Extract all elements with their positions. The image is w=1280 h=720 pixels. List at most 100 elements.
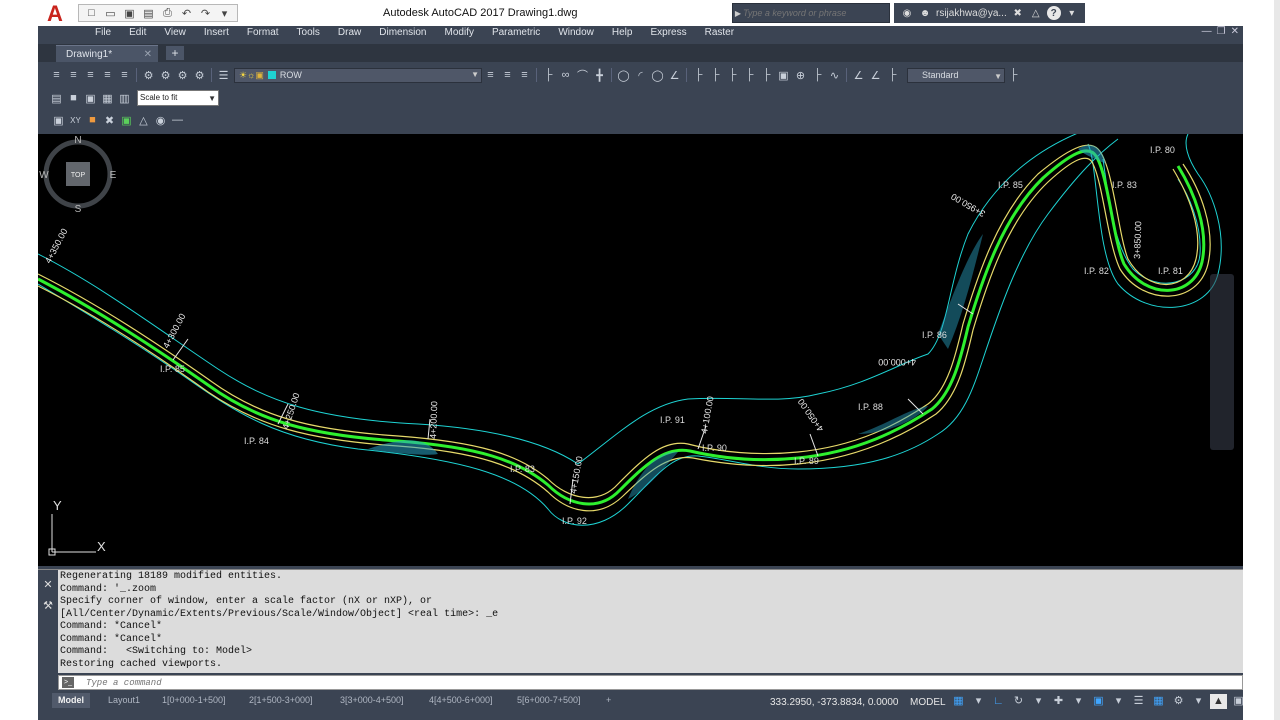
clean-screen-icon[interactable]: ▣	[1230, 694, 1243, 709]
a360-icon[interactable]: △	[1029, 8, 1043, 19]
menu-draw[interactable]: Draw	[329, 26, 370, 40]
chevron-down-icon[interactable]: ▾	[1110, 694, 1127, 709]
attach-image-icon[interactable]: ▣	[50, 112, 67, 128]
user-icon[interactable]: ☻	[918, 8, 932, 19]
convert-object-viewport-icon[interactable]: ▦	[99, 90, 116, 106]
help-button[interactable]: ?	[1046, 6, 1061, 20]
quick-dimension-icon[interactable]: ├	[690, 67, 707, 83]
layer-match-icon[interactable]: ⚙	[140, 67, 157, 83]
menu-help[interactable]: Help	[603, 26, 642, 40]
layer-delete-icon[interactable]: ≡	[516, 67, 533, 83]
user-name[interactable]: rsijakhwa@ya...	[936, 8, 1007, 19]
menu-modify[interactable]: Modify	[436, 26, 483, 40]
ortho-icon[interactable]: ∟	[990, 694, 1007, 709]
tab-drawing1[interactable]: Drawing1* ✕	[56, 45, 158, 62]
layer-previous-icon[interactable]: ≡	[65, 67, 82, 83]
close-command-line-icon[interactable]: ✕	[38, 578, 58, 591]
tolerance-icon[interactable]: ▣	[775, 67, 792, 83]
layer-lock-icon[interactable]: ⚙	[191, 67, 208, 83]
baseline-icon[interactable]: ├	[707, 67, 724, 83]
center-mark-icon[interactable]: ⊕	[792, 67, 809, 83]
add-layout-button[interactable]: +	[600, 693, 617, 708]
viewport-scale-dropdown[interactable]: Scale to fit ▼	[137, 90, 219, 106]
redo-icon[interactable]: ↷	[197, 6, 214, 21]
menu-express[interactable]: Express	[641, 26, 695, 40]
snap-icon[interactable]: ▾	[970, 694, 987, 709]
viewcube-south[interactable]: S	[75, 204, 82, 214]
layer-properties-icon[interactable]: ≡	[48, 67, 65, 83]
lineweight-icon[interactable]: ☰	[1130, 694, 1147, 709]
tab-layout-sheet1[interactable]: 1[0+000-1+500]	[156, 693, 232, 708]
break-icon[interactable]: ├	[758, 67, 775, 83]
adjust-icon[interactable]: —	[169, 112, 186, 128]
tab-model[interactable]: Model	[52, 693, 90, 708]
diameter-icon[interactable]: ◯	[649, 67, 666, 83]
drawing-viewport[interactable]: 4+350.00 4+300.00 4+250.00 4+200.00 4+15…	[38, 134, 1243, 566]
open-folder-icon[interactable]: ▭	[102, 6, 119, 21]
menu-parametric[interactable]: Parametric	[483, 26, 549, 40]
dimension-style-icon[interactable]: ├	[1005, 67, 1022, 83]
make-current-icon[interactable]: ≡	[482, 67, 499, 83]
cursor-coordinates[interactable]: 333.2950, -373.8834, 0.0000	[770, 697, 898, 708]
single-viewport-icon[interactable]: ■	[65, 90, 82, 106]
viewcube-east[interactable]: E	[110, 170, 117, 181]
arc-length-icon[interactable]: ⌒	[574, 67, 591, 83]
attach-dgn-icon[interactable]: ▣	[118, 112, 135, 128]
aligned-dimension-icon[interactable]: ∞	[557, 67, 574, 83]
model-space-toggle[interactable]: MODEL	[910, 697, 946, 708]
jogged-linear-icon[interactable]: ∿	[826, 67, 843, 83]
chevron-down-icon[interactable]: ▾	[1065, 8, 1079, 19]
help-search-box[interactable]: ▶	[732, 3, 890, 23]
minimize-drawing-icon[interactable]: —	[1202, 26, 1212, 37]
layer-dropdown[interactable]: ☀ ☼ ▣ ROW ▼	[234, 67, 482, 83]
object-snap-icon[interactable]: ▣	[1090, 694, 1107, 709]
attach-xref-icon[interactable]: XY	[67, 112, 84, 128]
polar-tracking-icon[interactable]: ↻	[1010, 694, 1027, 709]
tab-layout1[interactable]: Layout1	[102, 693, 146, 708]
dimension-style-dropdown[interactable]: Standard ▼	[907, 67, 1005, 83]
tab-layout-sheet2[interactable]: 2[1+500-3+000]	[243, 693, 319, 708]
application-menu-button[interactable]: A	[40, 2, 70, 26]
space-icon[interactable]: ├	[741, 67, 758, 83]
save-icon[interactable]: ▣	[121, 6, 138, 21]
close-tab-icon[interactable]: ✕	[144, 46, 152, 63]
menu-edit[interactable]: Edit	[120, 26, 155, 40]
command-line-handle[interactable]: ✕ ⚒	[38, 570, 58, 674]
isolate-objects-icon[interactable]: ▲	[1210, 694, 1227, 709]
clip-viewport-icon[interactable]: ▥	[116, 90, 133, 106]
layer-off-icon[interactable]: ⚙	[157, 67, 174, 83]
attach-pdf-icon[interactable]: ■	[84, 112, 101, 128]
chevron-down-icon[interactable]: ▾	[1030, 694, 1047, 709]
selection-cycling-icon[interactable]: ▦	[1150, 694, 1167, 709]
help-search-input[interactable]	[743, 8, 883, 18]
polygonal-viewport-icon[interactable]: ▣	[82, 90, 99, 106]
dimension-text-edit-icon[interactable]: ∠	[867, 67, 884, 83]
command-input[interactable]	[86, 677, 486, 688]
new-file-icon[interactable]: □	[83, 6, 100, 21]
clip-icon[interactable]: ✖	[101, 112, 118, 128]
menu-format[interactable]: Format	[238, 26, 288, 40]
viewcube[interactable]: TOP E S W N	[38, 134, 118, 214]
menu-file[interactable]: File	[86, 26, 120, 40]
layer-manager-icon[interactable]: ☰	[215, 67, 232, 83]
chevron-down-icon[interactable]: ▾	[1190, 694, 1207, 709]
viewcube-top[interactable]: TOP	[71, 172, 86, 179]
linear-dimension-icon[interactable]: ├	[540, 67, 557, 83]
isodraft-icon[interactable]: ✚	[1050, 694, 1067, 709]
print-icon[interactable]: ⎙	[159, 6, 176, 21]
navigation-bar[interactable]	[1210, 274, 1234, 450]
layer-isolate-icon[interactable]: ≡	[99, 67, 116, 83]
radius-icon[interactable]: ◯	[615, 67, 632, 83]
frame-icon[interactable]: ◉	[152, 112, 169, 128]
layer-state-icon[interactable]: ≡	[82, 67, 99, 83]
menu-raster[interactable]: Raster	[696, 26, 743, 40]
dimension-edit-icon[interactable]: ∠	[850, 67, 867, 83]
attach-dwf-icon[interactable]: △	[135, 112, 152, 128]
viewcube-north[interactable]: N	[74, 135, 81, 146]
command-prompt-icon[interactable]: >_	[62, 677, 74, 688]
save-as-icon[interactable]: ▤	[140, 6, 157, 21]
layer-walk-icon[interactable]: ≡	[499, 67, 516, 83]
menu-tools[interactable]: Tools	[288, 26, 329, 40]
viewcube-west[interactable]: W	[39, 170, 49, 181]
continue-icon[interactable]: ├	[724, 67, 741, 83]
